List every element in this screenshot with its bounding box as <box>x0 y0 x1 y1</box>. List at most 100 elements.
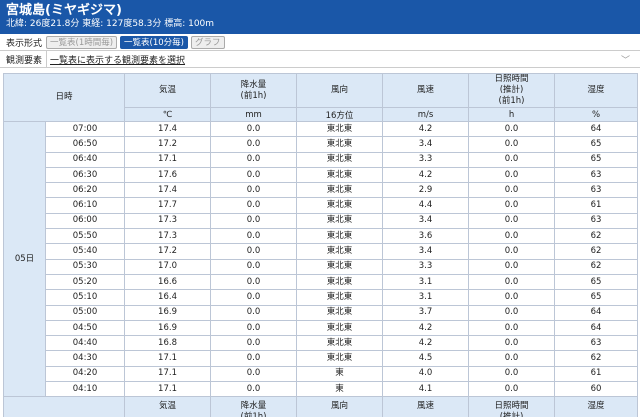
time-cell: 06:40 <box>44 151 126 168</box>
time-cell: 04:40 <box>44 335 126 352</box>
time-cell: 05:10 <box>44 289 126 306</box>
table-row: 05:10 16.4 0.0 東北東 3.1 0.0 65 <box>4 289 639 306</box>
ten-minute-table-button[interactable]: 一覧表(10分毎) <box>120 35 188 49</box>
footer-column-header: 降水量 (前1h) <box>210 396 298 417</box>
time-cell: 06:00 <box>44 212 126 230</box>
time-cell: 06:20 <box>44 182 126 199</box>
value-cell: 東 <box>296 365 384 383</box>
value-cell: 0.0 <box>210 273 298 291</box>
value-cell: 3.6 <box>382 228 470 245</box>
value-cell: 東北東 <box>296 182 384 199</box>
value-cell: 0.0 <box>210 166 298 184</box>
column-unit: h <box>468 107 556 122</box>
value-cell: 17.3 <box>124 228 212 245</box>
value-cell: 62 <box>554 243 639 260</box>
value-cell: 4.2 <box>382 319 470 337</box>
table-row: 06:50 17.2 0.0 東北東 3.4 0.0 65 <box>4 136 639 153</box>
table-row: 05:20 16.6 0.0 東北東 3.1 0.0 65 <box>4 273 639 291</box>
value-cell: 3.3 <box>382 258 470 275</box>
value-cell: 63 <box>554 212 639 230</box>
value-cell: 62 <box>554 350 639 367</box>
observation-elements-select-text[interactable]: 一覧表に表示する観測要素を選択 <box>50 53 185 66</box>
time-cell: 07:00 <box>44 120 126 138</box>
column-header: 気温 <box>124 73 212 108</box>
footer-column-header: 湿度 <box>554 396 639 417</box>
column-unit: % <box>554 107 639 122</box>
time-cell: 05:50 <box>44 228 126 245</box>
value-cell: 65 <box>554 289 639 306</box>
station-title: 宮城島(ミヤギジマ) <box>6 3 122 18</box>
value-cell: 東北東 <box>296 136 384 153</box>
value-cell: 0.0 <box>468 289 556 306</box>
value-cell: 3.7 <box>382 304 470 321</box>
value-cell: 0.0 <box>468 365 556 383</box>
value-cell: 東北東 <box>296 335 384 352</box>
value-cell: 4.2 <box>382 166 470 184</box>
value-cell: 17.6 <box>124 166 212 184</box>
date-header: 日時 <box>2 73 126 122</box>
value-cell: 16.8 <box>124 335 212 352</box>
value-cell: 63 <box>554 335 639 352</box>
value-cell: 0.0 <box>210 350 298 367</box>
table-row: 05:40 17.2 0.0 東北東 3.4 0.0 62 <box>4 243 639 260</box>
value-cell: 0.0 <box>210 381 298 398</box>
value-cell: 0.0 <box>210 258 298 275</box>
value-cell: 17.2 <box>124 243 212 260</box>
time-cell: 05:20 <box>44 273 126 291</box>
time-cell: 06:30 <box>44 166 126 184</box>
value-cell: 東北東 <box>296 120 384 138</box>
day-cell: 05日 <box>3 120 46 398</box>
table-row: 04:10 17.1 0.0 東 4.1 0.0 60 <box>4 381 639 398</box>
value-cell: 0.0 <box>468 120 556 138</box>
value-cell: 0.0 <box>210 228 298 245</box>
hourly-table-button[interactable]: 一覧表(1時間毎) <box>46 35 118 49</box>
column-header: 風向 <box>296 73 384 108</box>
value-cell: 63 <box>554 182 639 199</box>
observation-elements-select[interactable]: 一覧表に表示する観測要素を選択 ﹀ <box>46 50 640 68</box>
value-cell: 0.0 <box>210 289 298 306</box>
value-cell: 2.9 <box>382 182 470 199</box>
table-row: 06:40 17.1 0.0 東北東 3.3 0.0 65 <box>4 151 639 168</box>
observation-elements-label: 観測要素 <box>6 55 43 66</box>
value-cell: 0.0 <box>210 365 298 383</box>
value-cell: 17.7 <box>124 197 212 214</box>
value-cell: 0.0 <box>468 166 556 184</box>
value-cell: 61 <box>554 365 639 383</box>
value-cell: 17.1 <box>124 151 212 168</box>
time-cell: 04:50 <box>44 319 126 337</box>
value-cell: 東北東 <box>296 258 384 275</box>
chevron-down-icon[interactable]: ﹀ <box>621 53 640 66</box>
value-cell: 0.0 <box>468 381 556 398</box>
graph-button[interactable]: グラフ <box>191 35 225 49</box>
value-cell: 17.1 <box>124 350 212 367</box>
value-cell: 0.0 <box>210 182 298 199</box>
value-cell: 0.0 <box>468 182 556 199</box>
value-cell: 4.2 <box>382 120 470 138</box>
observation-table: 日時 気温 降水量 (前1h) 風向 風速 日照時間 (推計) (前1h) 湿度 ℃ mm 1… <box>2 73 639 417</box>
value-cell: 0.0 <box>468 212 556 230</box>
table-row: 05:30 17.0 0.0 東北東 3.3 0.0 62 <box>4 258 639 275</box>
value-cell: 60 <box>554 381 639 398</box>
value-cell: 64 <box>554 120 639 138</box>
column-unit: ℃ <box>124 107 212 122</box>
column-unit: m/s <box>382 107 470 122</box>
column-unit: 16方位 <box>296 107 384 122</box>
display-format-label: 表示形式 <box>6 38 43 49</box>
value-cell: 0.0 <box>210 319 298 337</box>
value-cell: 62 <box>554 228 639 245</box>
value-cell: 東北東 <box>296 197 384 214</box>
value-cell: 4.2 <box>382 335 470 352</box>
value-cell: 東北東 <box>296 304 384 321</box>
value-cell: 65 <box>554 151 639 168</box>
value-cell: 64 <box>554 319 639 337</box>
footer-column-header: 気温 <box>124 396 212 417</box>
value-cell: 0.0 <box>210 120 298 138</box>
value-cell: 3.4 <box>382 243 470 260</box>
column-header: 降水量 (前1h) <box>210 73 298 108</box>
time-cell: 06:10 <box>44 197 126 214</box>
time-cell: 06:50 <box>44 136 126 153</box>
value-cell: 4.5 <box>382 350 470 367</box>
table-row: 04:50 16.9 0.0 東北東 4.2 0.0 64 <box>4 319 639 337</box>
display-format-row: 表示形式 一覧表(1時間毎) 一覧表(10分毎) グラフ <box>0 34 640 51</box>
value-cell: 0.0 <box>468 319 556 337</box>
